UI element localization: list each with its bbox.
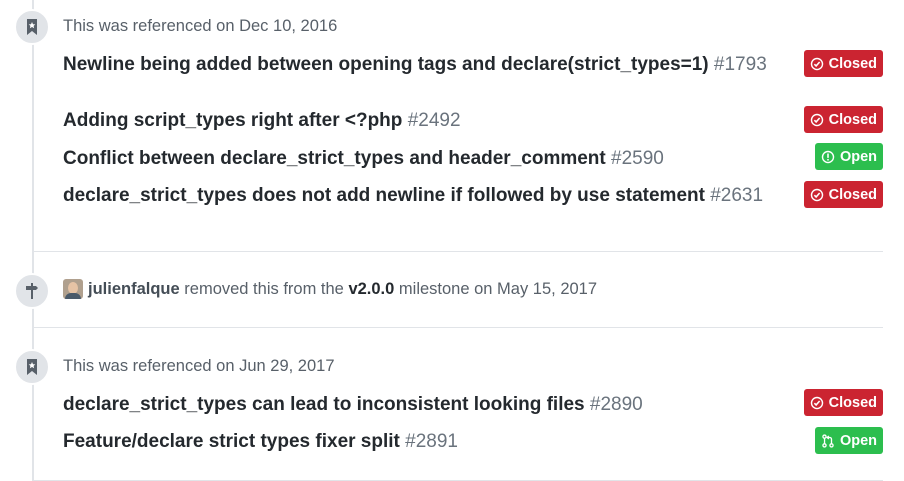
state-label: Closed bbox=[828, 186, 877, 203]
pull-request-title-link[interactable]: Feature/declare strict types fixer split bbox=[63, 431, 400, 452]
issue-opened-icon bbox=[821, 150, 835, 163]
state-badge-closed: Closed bbox=[803, 181, 883, 208]
state-badge-open: Open bbox=[814, 427, 883, 454]
milestone-link[interactable]: v2.0.0 bbox=[348, 280, 394, 299]
timeline-rail bbox=[32, 0, 34, 481]
git-pull-request-icon bbox=[822, 433, 834, 448]
state-label: Closed bbox=[828, 111, 877, 128]
issue-number: #2890 bbox=[589, 394, 643, 415]
state-label: Open bbox=[839, 148, 877, 165]
issue-title-link[interactable]: Conflict between declare_strict_types an… bbox=[63, 148, 606, 169]
issue-number: #1793 bbox=[713, 54, 767, 75]
issue-title-link[interactable]: declare_strict_types does not add newlin… bbox=[63, 185, 705, 206]
reference-item[interactable]: Newline being added between opening tags… bbox=[63, 52, 783, 77]
issue-number: #2492 bbox=[407, 110, 461, 131]
issue-number: #2590 bbox=[611, 148, 664, 169]
issue-closed-icon bbox=[810, 113, 823, 126]
milestone-event: julienfalque removed this from the v2.0.… bbox=[63, 279, 597, 299]
issue-closed-icon bbox=[810, 188, 823, 201]
reference-item[interactable]: declare_strict_types does not add newlin… bbox=[63, 183, 783, 208]
reference-meta: This was referenced on Dec 10, 2016 bbox=[63, 17, 338, 35]
issue-closed-icon bbox=[810, 57, 823, 70]
bookmark-icon bbox=[14, 9, 50, 45]
issue-closed-icon bbox=[810, 396, 823, 409]
event-date-text: milestone on May 15, 2017 bbox=[398, 279, 598, 298]
timeline-divider bbox=[34, 327, 883, 328]
bookmark-icon bbox=[14, 349, 50, 385]
reference-item[interactable]: Conflict between declare_strict_types an… bbox=[63, 146, 783, 171]
state-badge-open: Open bbox=[814, 143, 883, 170]
issue-title-link[interactable]: Adding script_types right after <?php bbox=[63, 110, 402, 131]
issue-number: #2631 bbox=[710, 185, 764, 206]
state-badge-closed: Closed bbox=[803, 106, 883, 133]
state-badge-closed: Closed bbox=[803, 50, 883, 77]
author-link[interactable]: julienfalque bbox=[88, 280, 180, 299]
issue-title-link[interactable]: declare_strict_types can lead to inconsi… bbox=[63, 394, 585, 415]
event-text: removed this from the bbox=[184, 279, 344, 298]
avatar[interactable] bbox=[63, 279, 83, 299]
state-label: Open bbox=[839, 432, 877, 449]
state-label: Closed bbox=[828, 394, 877, 411]
reference-meta: This was referenced on Jun 29, 2017 bbox=[63, 357, 335, 375]
state-label: Closed bbox=[828, 55, 877, 72]
issue-title-link[interactable]: Newline being added between opening tags… bbox=[63, 54, 709, 75]
pull-request-number: #2891 bbox=[405, 431, 458, 452]
issue-timeline: This was referenced on Dec 10, 2016 Newl… bbox=[0, 0, 904, 481]
timeline-divider bbox=[34, 251, 883, 252]
reference-item[interactable]: declare_strict_types can lead to inconsi… bbox=[63, 392, 783, 417]
reference-item[interactable]: Adding script_types right after <?php #2… bbox=[63, 108, 783, 133]
milestone-icon bbox=[14, 273, 50, 309]
reference-item[interactable]: Feature/declare strict types fixer split… bbox=[63, 429, 783, 454]
state-badge-closed: Closed bbox=[803, 389, 883, 416]
